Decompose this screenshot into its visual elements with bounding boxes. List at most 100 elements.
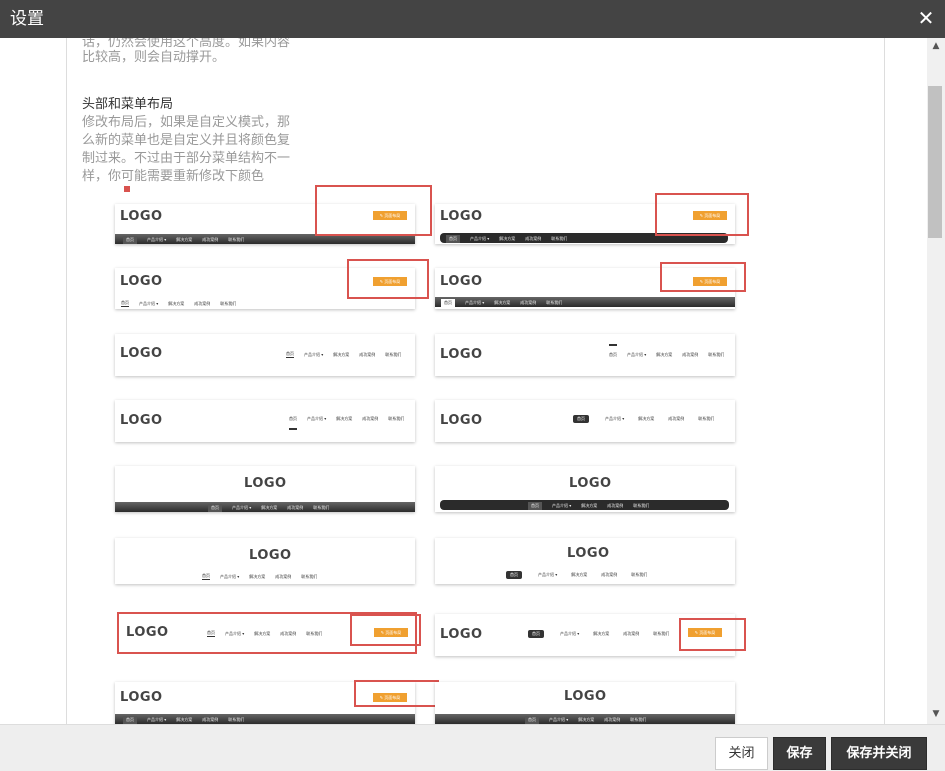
menu-item: 首页 [609, 352, 617, 357]
menu-item: 成功案例 [362, 416, 379, 421]
menu-item: 联系我们 [633, 503, 650, 508]
menu-item: 首页 [286, 351, 294, 358]
layout-option[interactable]: LOGO ✎ 页面布局 首页 产品介绍 ▾ 解决方案 成功案例 联系我们 [115, 268, 415, 309]
menu-item: 联系我们 [385, 351, 402, 357]
menu-item: 解决方案 [656, 352, 673, 357]
section-description: 么新的菜单也是自定义并且将颜色复 [82, 133, 291, 148]
menu-item: 解决方案 [249, 573, 266, 579]
logo-text: LOGO [440, 627, 483, 642]
layout-option[interactable]: LOGO 首页 产品介绍 ▾ 解决方案 成功案例 联系我们 [115, 400, 415, 442]
menu: 首页 产品介绍 ▾ 解决方案 成功案例 联系我们 [202, 573, 327, 580]
logo-text: LOGO [120, 413, 163, 428]
menu-item: 联系我们 [630, 717, 647, 722]
scroll-down-arrow-icon[interactable]: ▼ [927, 708, 945, 720]
menu-item: 产品介绍 ▾ [560, 631, 580, 636]
menu-item: 首页 [528, 630, 544, 638]
layout-option[interactable]: LOGO 首页 产品介绍 ▾ 解决方案 成功案例 联系我们 [435, 334, 735, 376]
menu-item: 产品介绍 ▾ [147, 237, 167, 242]
layout-option[interactable]: LOGO 首页 产品介绍 ▾ 解决方案 成功案例 联系我们 [435, 466, 735, 512]
menu-item: 产品介绍 ▾ [139, 300, 159, 306]
menu-bar: 首页 产品介绍 ▾ 解决方案 成功案例 联系我们 [435, 714, 735, 724]
menu: 首页 产品介绍 ▾ 解决方案 成功案例 联系我们 [446, 235, 577, 243]
menu-item: 成功案例 [601, 572, 618, 577]
layout-option[interactable]: LOGO ✎ 页面布局 首页 产品介绍 ▾ 解决方案 成功案例 联系我们 [115, 204, 415, 244]
menu-item: 解决方案 [571, 572, 588, 577]
dialog-content: 话，仍然会使用这个高度。如果内容 比较高，则会自动撑开。 头部和菜单布局 修改布… [0, 38, 927, 724]
menu-item: 联系我们 [708, 352, 725, 357]
close-button[interactable]: 关闭 [715, 737, 768, 770]
logo-text: LOGO [440, 274, 483, 289]
menu-bar: 首页 产品介绍 ▾ 解决方案 成功案例 联系我们 [435, 297, 735, 307]
logo-text: LOGO [120, 274, 163, 289]
edit-layout-badge: ✎ 页面布局 [374, 628, 408, 637]
layout-option[interactable]: LOGO 首页 产品介绍 ▾ 解决方案 成功案例 联系我们 [435, 682, 735, 724]
menu-item: 首页 [121, 300, 129, 307]
close-icon[interactable]: ✕ [916, 6, 936, 30]
menu-item: 联系我们 [551, 236, 568, 241]
menu-item: 解决方案 [176, 717, 193, 722]
menu-item: 首页 [506, 571, 522, 579]
menu-item: 解决方案 [176, 237, 193, 242]
menu-item: 成功案例 [194, 300, 211, 306]
menu-item: 首页 [446, 235, 460, 243]
menu-item: 产品介绍 ▾ [220, 573, 240, 579]
menu-bar: 首页 产品介绍 ▾ 解决方案 成功案例 联系我们 [440, 233, 728, 243]
menu-item: 解决方案 [333, 351, 350, 357]
dialog-title: 设置 [10, 9, 44, 29]
logo-text: LOGO [120, 346, 163, 361]
menu-item: 产品介绍 ▾ [225, 630, 245, 636]
settings-dialog: 设置 ✕ 话，仍然会使用这个高度。如果内容 比较高，则会自动撑开。 头部和菜单布… [0, 0, 945, 771]
layout-option[interactable]: LOGO 首页 产品介绍 ▾ 解决方案 成功案例 联系我们 [115, 466, 415, 512]
menu-item: 解决方案 [168, 300, 185, 306]
menu-item: 成功案例 [202, 237, 219, 242]
menu-item: 产品介绍 ▾ [538, 572, 558, 577]
layout-option[interactable]: LOGO ✎ 页面布局 首页 产品介绍 ▾ 解决方案 成功案例 联系我们 [435, 268, 735, 309]
logo-text: LOGO [440, 209, 483, 224]
logo-text: LOGO [440, 347, 483, 362]
edit-layout-badge: ✎ 页面布局 [373, 693, 407, 702]
dialog-footer: 关闭 保存 保存并关闭 [0, 724, 945, 771]
layout-option[interactable]: LOGO 首页 产品介绍 ▾ 解决方案 成功案例 联系我们 [435, 400, 735, 442]
menu-item: 产品介绍 ▾ [147, 717, 167, 722]
vertical-scrollbar[interactable]: ▲ ▼ [927, 38, 945, 724]
menu-item: 首页 [202, 573, 210, 580]
menu-item: 联系我们 [698, 416, 715, 421]
menu-item: 成功案例 [682, 352, 699, 357]
logo-text: LOGO [120, 209, 163, 224]
layout-option-selected[interactable]: LOGO 首页 产品介绍 ▾ 解决方案 成功案例 联系我们 ✎ 页面布局 [117, 612, 417, 654]
section-heading: 头部和菜单布局 [82, 97, 174, 112]
menu: 首页 产品介绍 ▾ 解决方案 成功案例 联系我们 [286, 351, 411, 358]
save-and-close-button[interactable]: 保存并关闭 [831, 737, 927, 770]
layout-option[interactable]: LOGO ✎ 页面布局 首页 产品介绍 ▾ 解决方案 成功案例 联系我们 [115, 682, 415, 724]
menu-item: 联系我们 [228, 237, 245, 242]
menu-item: 产品介绍 ▾ [470, 236, 490, 241]
logo-text: LOGO [564, 689, 607, 704]
menu: 首页 产品介绍 ▾ 解决方案 成功案例 联系我们 [506, 571, 657, 579]
menu: 首页 产品介绍 ▾ 解决方案 成功案例 联系我们 [207, 630, 332, 637]
layout-option[interactable]: LOGO 首页 产品介绍 ▾ 解决方案 成功案例 联系我们 ✎ 页面布局 [435, 614, 735, 656]
layout-option[interactable]: LOGO 首页 产品介绍 ▾ 解决方案 成功案例 联系我们 [435, 538, 735, 584]
menu-item: 首页 [123, 236, 137, 244]
logo-text: LOGO [249, 548, 292, 563]
menu-bar: 首页 产品介绍 ▾ 解决方案 成功案例 联系我们 [115, 234, 415, 244]
layout-option[interactable]: LOGO 首页 产品介绍 ▾ 解决方案 成功案例 联系我们 [115, 538, 415, 584]
menu-item: 联系我们 [313, 505, 330, 510]
scroll-up-arrow-icon[interactable]: ▲ [927, 40, 945, 52]
menu-item: 首页 [528, 502, 542, 510]
section-description: 样，你可能需要重新修改下颜色 [82, 169, 265, 184]
save-button[interactable]: 保存 [773, 737, 826, 770]
scrollbar-thumb[interactable] [928, 86, 942, 238]
menu: 首页 产品介绍 ▾ 解决方案 成功案例 联系我们 [289, 416, 414, 422]
layout-option[interactable]: LOGO ✎ 页面布局 首页 产品介绍 ▾ 解决方案 成功案例 联系我们 [435, 204, 735, 244]
menu-item: 解决方案 [336, 416, 353, 421]
menu-item: 解决方案 [254, 630, 271, 636]
menu-item: 联系我们 [546, 300, 563, 305]
menu: 首页 产品介绍 ▾ 解决方案 成功案例 联系我们 [441, 299, 572, 307]
menu-item: 产品介绍 ▾ [465, 300, 485, 305]
menu-item: 联系我们 [388, 416, 405, 421]
menu: 首页 产品介绍 ▾ 解决方案 成功案例 联系我们 [123, 716, 254, 724]
menu-item: 解决方案 [578, 717, 595, 722]
menu: 首页 产品介绍 ▾ 解决方案 成功案例 联系我们 [528, 630, 679, 638]
layout-option[interactable]: LOGO 首页 产品介绍 ▾ 解决方案 成功案例 联系我们 [115, 334, 415, 376]
menu-item: 产品介绍 ▾ [232, 505, 252, 510]
